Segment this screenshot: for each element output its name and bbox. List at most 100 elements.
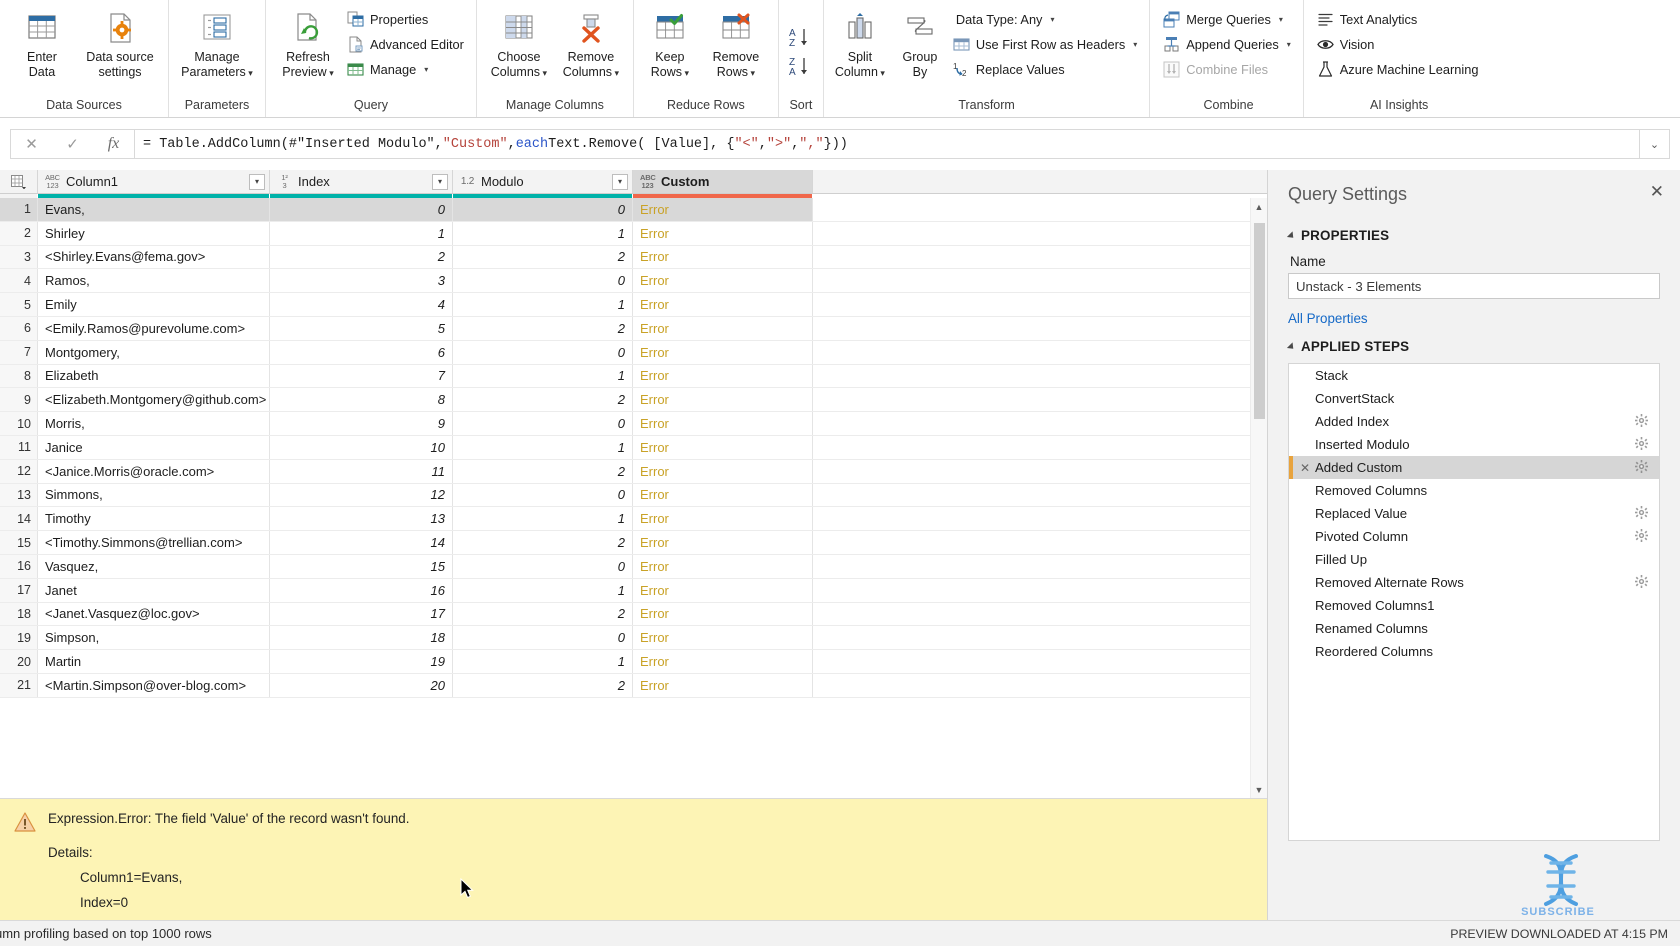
chevron-down-icon[interactable]: ▾ — [682, 68, 690, 78]
table-row[interactable]: 12 <Janice.Morris@oracle.com> 11 2 Error — [0, 459, 1267, 484]
replace-values-button[interactable]: 1 2 Replace Values — [950, 57, 1143, 82]
check-icon[interactable]: ✓ — [54, 135, 92, 153]
cell-modulo[interactable]: 1 — [453, 650, 633, 673]
row-number[interactable]: 18 — [0, 602, 38, 626]
cell-column1[interactable]: Simmons, — [38, 483, 270, 507]
column-filter-dropdown-column1[interactable]: ▾ — [249, 173, 265, 190]
select-all-columns-button[interactable] — [0, 170, 38, 193]
cell-index[interactable]: 7 — [270, 364, 453, 388]
applied-steps-list[interactable]: Stack ConvertStack Added Index Inserted Mod… — [1288, 363, 1660, 841]
cell-column1[interactable]: <Martin.Simpson@over-blog.com> — [38, 673, 270, 697]
scroll-down-icon[interactable]: ▼ — [1251, 781, 1268, 798]
cell-custom[interactable]: Error — [633, 293, 813, 316]
gear-icon[interactable] — [1635, 505, 1651, 522]
cell-column1[interactable]: <Janet.Vasquez@loc.gov> — [38, 602, 270, 626]
split-column-button[interactable]: Split Column ▾ — [830, 4, 890, 81]
cell-custom[interactable]: Error — [633, 364, 813, 388]
cell-modulo[interactable]: 0 — [453, 412, 633, 435]
sort-ascending-button[interactable]: A Z — [787, 25, 815, 54]
gear-icon[interactable] — [1635, 574, 1651, 591]
cell-modulo[interactable]: 0 — [453, 626, 633, 650]
data-source-settings-button[interactable]: Data source settings — [78, 4, 162, 80]
data-type-button[interactable]: Data Type: Any ▾ — [950, 7, 1143, 32]
column-header-index[interactable]: 1² 3 Index ▾ — [270, 170, 453, 193]
cell-column1[interactable]: Ramos, — [38, 269, 270, 293]
cell-modulo[interactable]: 0 — [453, 483, 633, 507]
cell-column1[interactable]: Emily — [38, 293, 270, 316]
table-row[interactable]: 11 Janice 10 1 Error — [0, 435, 1267, 460]
applied-step-item[interactable]: ✕ Added Custom — [1289, 456, 1659, 479]
cell-column1[interactable]: Morris, — [38, 412, 270, 435]
table-row[interactable]: 18 <Janet.Vasquez@loc.gov> 17 2 Error — [0, 602, 1267, 627]
applied-step-item[interactable]: Stack — [1289, 364, 1659, 387]
refresh-preview-button[interactable]: Refresh Preview ▾ — [272, 4, 344, 81]
applied-step-item[interactable]: Inserted Modulo — [1289, 433, 1659, 456]
vision-button[interactable]: Vision — [1314, 32, 1485, 57]
cell-index[interactable]: 18 — [270, 626, 453, 650]
cell-custom[interactable]: Error — [633, 554, 813, 578]
gear-icon[interactable] — [1635, 459, 1651, 476]
chevron-down-icon[interactable]: ▾ — [1133, 40, 1137, 49]
advanced-editor-button[interactable]: Advanced Editor — [344, 32, 470, 57]
row-number[interactable]: 11 — [0, 435, 38, 459]
query-name-input[interactable]: Unstack - 3 Elements — [1288, 273, 1660, 299]
applied-step-item[interactable]: Removed Alternate Rows — [1289, 571, 1659, 594]
choose-columns-button[interactable]: Choose Columns ▾ — [483, 4, 555, 81]
formula-input[interactable]: = Table.AddColumn(# "Inserted Modulo", "C… — [134, 129, 1640, 159]
table-row[interactable]: 15 <Timothy.Simmons@trellian.com> 14 2 Error — [0, 531, 1267, 555]
grid-vertical-scrollbar[interactable]: ▲ ▼ — [1250, 198, 1267, 798]
row-number[interactable]: 14 — [0, 507, 38, 531]
cell-index[interactable]: 8 — [270, 388, 453, 412]
fx-icon[interactable]: fx — [95, 135, 133, 153]
cell-custom[interactable]: Error — [633, 412, 813, 435]
cell-column1[interactable]: <Elizabeth.Montgomery@github.com> — [38, 388, 270, 412]
cancel-x-icon[interactable]: ✕ — [13, 135, 51, 153]
cell-custom[interactable]: Error — [633, 198, 813, 221]
applied-step-item[interactable]: ConvertStack — [1289, 387, 1659, 410]
cell-custom[interactable]: Error — [633, 459, 813, 483]
cell-custom[interactable]: Error — [633, 245, 813, 269]
cell-index[interactable]: 9 — [270, 412, 453, 435]
cell-custom[interactable]: Error — [633, 316, 813, 340]
cell-modulo[interactable]: 2 — [453, 316, 633, 340]
cell-custom[interactable]: Error — [633, 626, 813, 650]
table-row[interactable]: 5 Emily 4 1 Error — [0, 293, 1267, 317]
table-row[interactable]: 20 Martin 19 1 Error — [0, 650, 1267, 674]
cell-index[interactable]: 4 — [270, 293, 453, 316]
formula-expand-button[interactable]: ⌄ — [1640, 129, 1670, 159]
cell-index[interactable]: 19 — [270, 650, 453, 673]
remove-rows-button[interactable]: Remove Rows ▾ — [700, 4, 772, 81]
cell-modulo[interactable]: 2 — [453, 459, 633, 483]
cell-column1[interactable]: Janice — [38, 435, 270, 459]
cell-custom[interactable]: Error — [633, 531, 813, 554]
cell-index[interactable]: 20 — [270, 673, 453, 697]
row-number[interactable]: 1 — [0, 198, 38, 221]
cell-column1[interactable]: Timothy — [38, 507, 270, 531]
applied-step-item[interactable]: Added Index — [1289, 410, 1659, 433]
row-number[interactable]: 15 — [0, 531, 38, 554]
scrollbar-thumb[interactable] — [1253, 223, 1265, 419]
cell-custom[interactable]: Error — [633, 388, 813, 412]
column-filter-dropdown-index[interactable]: ▾ — [432, 173, 448, 190]
row-number[interactable]: 12 — [0, 459, 38, 483]
cell-index[interactable]: 0 — [270, 198, 453, 221]
cell-custom[interactable]: Error — [633, 269, 813, 293]
cell-modulo[interactable]: 1 — [453, 364, 633, 388]
table-row[interactable]: 17 Janet 16 1 Error — [0, 578, 1267, 603]
enter-data-button[interactable]: Enter Data — [6, 4, 78, 80]
row-number[interactable]: 5 — [0, 293, 38, 316]
cell-index[interactable]: 10 — [270, 435, 453, 459]
cell-index[interactable]: 11 — [270, 459, 453, 483]
use-first-row-as-headers-button[interactable]: Use First Row as Headers ▾ — [950, 32, 1143, 57]
sort-descending-button[interactable]: Z A — [787, 54, 815, 83]
cell-modulo[interactable]: 1 — [453, 293, 633, 316]
keep-rows-button[interactable]: Keep Rows ▾ — [640, 4, 700, 81]
delete-step-x-icon[interactable]: ✕ — [1295, 461, 1315, 475]
table-row[interactable]: 4 Ramos, 3 0 Error — [0, 269, 1267, 294]
cell-column1[interactable]: Janet — [38, 578, 270, 602]
cell-custom[interactable]: Error — [633, 673, 813, 697]
row-number[interactable]: 9 — [0, 388, 38, 412]
gear-icon[interactable] — [1635, 528, 1651, 545]
cell-index[interactable]: 14 — [270, 531, 453, 554]
properties-button[interactable]: Properties — [344, 7, 470, 32]
